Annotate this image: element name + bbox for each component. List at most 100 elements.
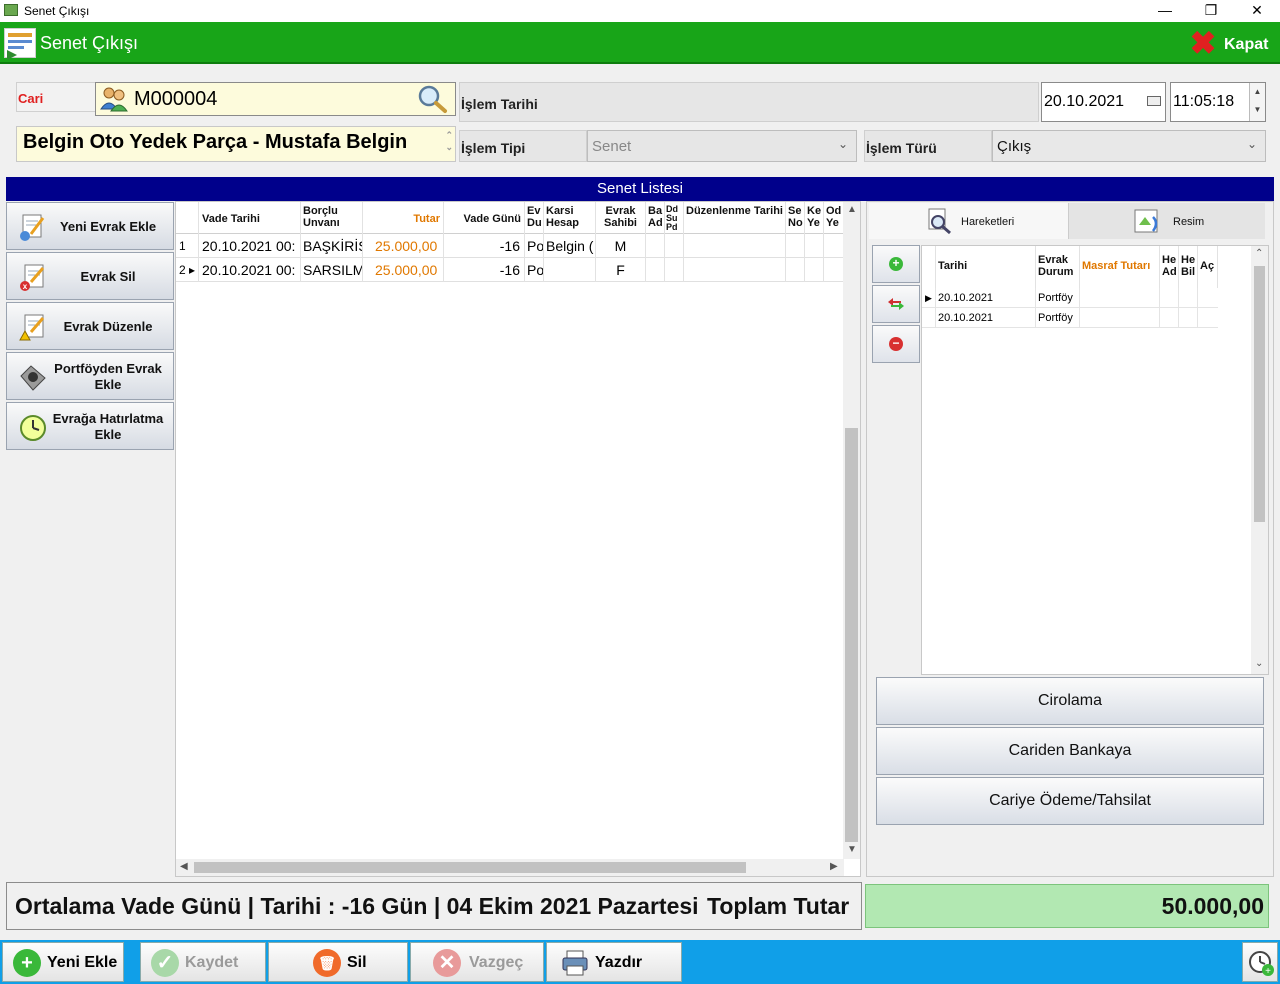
clock-add-icon: + — [1249, 951, 1274, 977]
maximize-button[interactable]: ❐ — [1188, 0, 1234, 22]
kaydet-button[interactable]: ✓ Kaydet — [140, 942, 266, 982]
cari-name-field: Belgin Oto Yedek Parça - Mustafa Belgin … — [16, 126, 456, 162]
karsi-hesap-cell — [544, 258, 596, 282]
chevron-down-icon: ⌄ — [1246, 137, 1257, 151]
hareket-vertical-scrollbar[interactable]: ⌃ ⌄ — [1251, 246, 1268, 674]
evraga-hatirlatma-ekle-label: Evrağa Hatırlatma Ekle — [52, 411, 164, 442]
portfoyden-evrak-ekle-button[interactable]: Portföyden Evrak Ekle — [6, 352, 174, 400]
swap-hareket-button[interactable] — [872, 285, 920, 323]
kaydet-label: Kaydet — [185, 954, 239, 971]
hareket-tarih-cell: 20.10.2021 — [936, 308, 1036, 328]
cirolama-button[interactable]: Cirolama — [876, 677, 1264, 725]
trash-icon: 🗑 — [313, 949, 341, 977]
cariden-bankaya-button[interactable]: Cariden Bankaya — [876, 727, 1264, 775]
vazgec-button[interactable]: ✕ Vazgeç — [410, 942, 544, 982]
column-ac[interactable]: Aç — [1198, 246, 1218, 288]
cari-code-field[interactable]: M000004 — [95, 82, 456, 116]
search-document-icon — [928, 208, 951, 235]
column-karsi-hesap[interactable]: Karsi Hesap — [544, 202, 596, 234]
column-ke-ye[interactable]: Ke Ye — [805, 202, 824, 234]
form-header: Senet Çıkışı ✖ Kapat — [0, 22, 1280, 64]
senet-cikisi-window: Senet Çıkışı — ❐ ✕ Senet Çıkışı ✖ Kapat … — [0, 0, 1280, 984]
islem-turu-select[interactable]: Çıkış ⌄ — [992, 130, 1266, 162]
yeni-evrak-ekle-button[interactable]: Yeni Evrak Ekle — [6, 202, 174, 250]
senet-grid[interactable]: Vade Tarihi Borçlu Unvanı Tutar Vade Gün… — [175, 201, 861, 877]
scroll-up-icon[interactable]: ⌃ — [1255, 248, 1263, 259]
column-seri-no[interactable]: Se No — [786, 202, 805, 234]
add-document-icon — [20, 214, 45, 241]
yeni-ekle-button[interactable]: + Yeni Ekle — [2, 942, 124, 982]
scroll-left-icon[interactable]: ◀ — [180, 861, 188, 872]
evrak-detail-panel: Hareketleri Resim + − Tarihi Evrak Durum… — [866, 201, 1274, 877]
table-row[interactable]: 2 ▸ 20.10.2021 00: SARSILMA 25.000,00 -1… — [176, 258, 844, 282]
column-dd-su[interactable]: Dd Su Pd — [665, 202, 684, 234]
borclu-cell: SARSILMA — [301, 258, 363, 282]
toplam-tutar-label: Toplam Tutar — [707, 893, 850, 919]
list-item[interactable]: ▶ 20.10.2021 Portföy — [922, 288, 1218, 308]
islem-tarihi-field[interactable]: 20.10.2021 — [1041, 82, 1166, 122]
window-close-button[interactable]: ✕ — [1234, 0, 1280, 22]
karsi-hesap-cell: Belgin ( — [544, 234, 596, 258]
portfoyden-evrak-ekle-label: Portföyden Evrak Ekle — [54, 361, 162, 392]
history-button[interactable]: + — [1242, 942, 1278, 982]
scroll-thumb[interactable] — [194, 862, 746, 873]
evraga-hatirlatma-ekle-button[interactable]: Evrağa Hatırlatma Ekle — [6, 402, 174, 450]
clock-icon — [20, 415, 46, 441]
sil-button[interactable]: 🗑 Sil — [268, 942, 408, 982]
column-evrak-sahibi[interactable]: Evrak Sahibi — [596, 202, 646, 234]
senet-listesi-header: Senet Listesi — [6, 177, 1274, 201]
grid-horizontal-scrollbar[interactable]: ◀ ▶ — [176, 859, 844, 876]
toplam-tutar-value: 50.000,00 — [865, 884, 1269, 928]
calendar-dropdown-icon[interactable] — [1147, 96, 1161, 106]
list-item[interactable]: 20.10.2021 Portföy — [922, 308, 1218, 328]
column-tarihi[interactable]: Tarihi — [936, 246, 1036, 288]
kapat-button[interactable]: ✖ Kapat — [1186, 25, 1276, 61]
column-tutar[interactable]: Tutar — [363, 202, 444, 234]
grid-vertical-scrollbar[interactable]: ▲ ▼ — [843, 202, 860, 859]
column-he-bil[interactable]: He Bil — [1179, 246, 1198, 288]
column-he-ad[interactable]: He Ad — [1160, 246, 1179, 288]
evrak-sil-label: Evrak Sil — [80, 269, 136, 284]
column-vade-gunu[interactable]: Vade Günü — [444, 202, 525, 234]
minimize-button[interactable]: — — [1142, 0, 1188, 22]
vade-gunu-cell: -16 — [444, 258, 525, 282]
column-duzenlenme-tarihi[interactable]: Düzenlenme Tarihi — [684, 202, 786, 234]
yazdir-button[interactable]: Yazdır — [546, 942, 682, 982]
scroll-down-icon[interactable]: ⌄ — [1255, 658, 1263, 669]
sil-label: Sil — [347, 954, 367, 971]
cari-name-scroll[interactable]: ⌃ ⌄ — [445, 129, 453, 153]
evrak-durum-cell: Po — [525, 234, 544, 258]
evrak-duzenle-button[interactable]: Evrak Düzenle — [6, 302, 174, 350]
evrak-sil-button[interactable]: x Evrak Sil — [6, 252, 174, 300]
column-masraf-tutari[interactable]: Masraf Tutarı — [1080, 246, 1160, 288]
minus-icon: − — [889, 337, 903, 351]
remove-hareket-button[interactable]: − — [872, 325, 920, 363]
scroll-down-icon[interactable]: ▼ — [847, 844, 857, 855]
tab-hareketleri[interactable]: Hareketleri — [869, 203, 1069, 239]
add-hareket-button[interactable]: + — [872, 245, 920, 283]
search-icon[interactable] — [416, 84, 448, 114]
scroll-thumb[interactable] — [845, 428, 858, 842]
column-evrak-durum[interactable]: Evrak Durum — [1036, 246, 1080, 288]
scroll-up-icon[interactable]: ▲ — [847, 204, 857, 215]
table-row[interactable]: 1 20.10.2021 00: BAŞKİRİŞ 25.000,00 -16 … — [176, 234, 844, 258]
cari-name-value: Belgin Oto Yedek Parça - Mustafa Belgin — [23, 131, 408, 153]
plus-icon: + — [13, 949, 41, 977]
yeni-ekle-label: Yeni Ekle — [47, 954, 118, 971]
column-vade-tarihi[interactable]: Vade Tarihi — [199, 202, 301, 234]
tab-hareketleri-label: Hareketleri — [961, 216, 1015, 228]
scroll-right-icon[interactable]: ▶ — [830, 861, 838, 872]
hareket-durum-cell: Portföy — [1036, 288, 1080, 308]
time-spinner[interactable]: ▲ ▼ — [1249, 83, 1265, 121]
islem-saati-field[interactable]: 11:05:18 ▲ ▼ — [1170, 82, 1266, 122]
column-ba-ad[interactable]: Ba Ad — [646, 202, 665, 234]
column-borclu-unvani[interactable]: Borçlu Unvanı — [301, 202, 363, 234]
cariye-odeme-tahsilat-button[interactable]: Cariye Ödeme/Tahsilat — [876, 777, 1264, 825]
islem-turu-value: Çıkış — [997, 138, 1032, 155]
column-od-ye[interactable]: Od Ye — [824, 202, 844, 234]
hareket-grid[interactable]: Tarihi Evrak Durum Masraf Tutarı He Ad H… — [921, 245, 1269, 675]
close-x-icon: ✖ — [1189, 25, 1217, 61]
column-evrak-durum[interactable]: Ev Du — [525, 202, 544, 234]
tab-resim[interactable]: Resim — [1069, 203, 1265, 239]
scroll-thumb[interactable] — [1254, 266, 1265, 522]
